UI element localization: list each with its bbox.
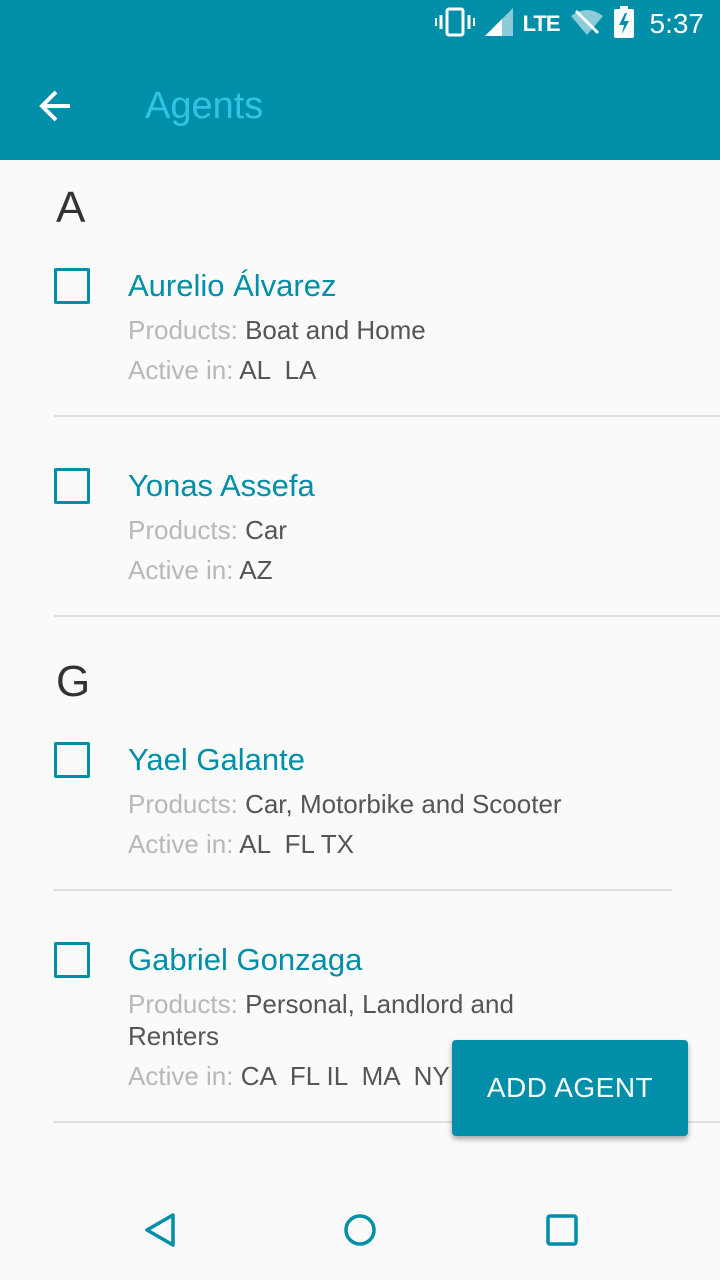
agent-active-in: Active in: AZ — [128, 554, 568, 586]
section-header-g: G — [56, 657, 91, 706]
agent-list: A Aurelio Álvarez Products: Boat and Hom… — [0, 160, 720, 1180]
products-label: Products: — [128, 515, 238, 545]
recents-square-icon — [545, 1213, 579, 1252]
agent-products: Products: Car, Motorbike and Scooter — [128, 788, 648, 820]
active-label: Active in: — [128, 829, 234, 859]
active-label: Active in: — [128, 555, 234, 585]
divider — [54, 415, 720, 417]
section-header-a: A — [56, 183, 86, 232]
arrow-back-icon — [38, 88, 74, 129]
active-value: AZ — [239, 555, 273, 585]
products-value: Boat and Home — [245, 315, 426, 345]
agent-checkbox[interactable] — [54, 942, 90, 978]
page-title: Agents — [145, 85, 264, 127]
agent-checkbox[interactable] — [54, 268, 90, 304]
active-value: CA FL IL MA NY — [240, 1061, 450, 1091]
back-button[interactable] — [28, 80, 84, 136]
app-bar: LTE 5:37 Agents — [0, 0, 720, 160]
agent-name: Aurelio Álvarez — [128, 268, 337, 303]
agent-products: Products: Boat and Home — [128, 314, 568, 346]
add-agent-button[interactable]: ADD AGENT — [452, 1040, 688, 1136]
home-circle-icon — [342, 1212, 378, 1253]
nav-back-button[interactable] — [132, 1204, 188, 1260]
agent-active-in: Active in: AL FL TX — [128, 828, 568, 860]
network-type: LTE — [522, 11, 561, 36]
active-label: Active in: — [128, 355, 234, 385]
active-value: AL FL TX — [239, 829, 354, 859]
nav-home-button[interactable] — [332, 1204, 388, 1260]
divider — [54, 615, 720, 617]
products-label: Products: — [128, 315, 238, 345]
agent-active-in: Active in: AL LA — [128, 354, 568, 386]
active-label: Active in: — [128, 1061, 234, 1091]
wifi-off-icon — [570, 8, 604, 41]
status-time: 5:37 — [649, 8, 705, 39]
signal-icon — [484, 7, 513, 41]
agent-name: Yael Galante — [128, 742, 305, 777]
status-icons: LTE 5:37 — [434, 5, 705, 43]
divider — [54, 889, 672, 891]
battery-charging-icon — [613, 5, 634, 43]
back-triangle-icon — [143, 1212, 177, 1253]
status-bar: LTE 5:37 — [0, 0, 720, 48]
agent-name: Yonas Assefa — [128, 468, 315, 503]
products-label: Products: — [128, 989, 238, 1019]
products-value: Car — [245, 515, 287, 545]
agent-products: Products: Car — [128, 514, 568, 546]
agent-checkbox[interactable] — [54, 742, 90, 778]
agent-name: Gabriel Gonzaga — [128, 942, 363, 977]
agent-checkbox[interactable] — [54, 468, 90, 504]
products-label: Products: — [128, 789, 238, 819]
active-value: AL LA — [239, 355, 317, 385]
products-value: Car, Motorbike and Scooter — [245, 789, 562, 819]
nav-recents-button[interactable] — [534, 1204, 590, 1260]
navigation-bar — [0, 1184, 720, 1280]
vibrate-icon — [434, 7, 475, 42]
